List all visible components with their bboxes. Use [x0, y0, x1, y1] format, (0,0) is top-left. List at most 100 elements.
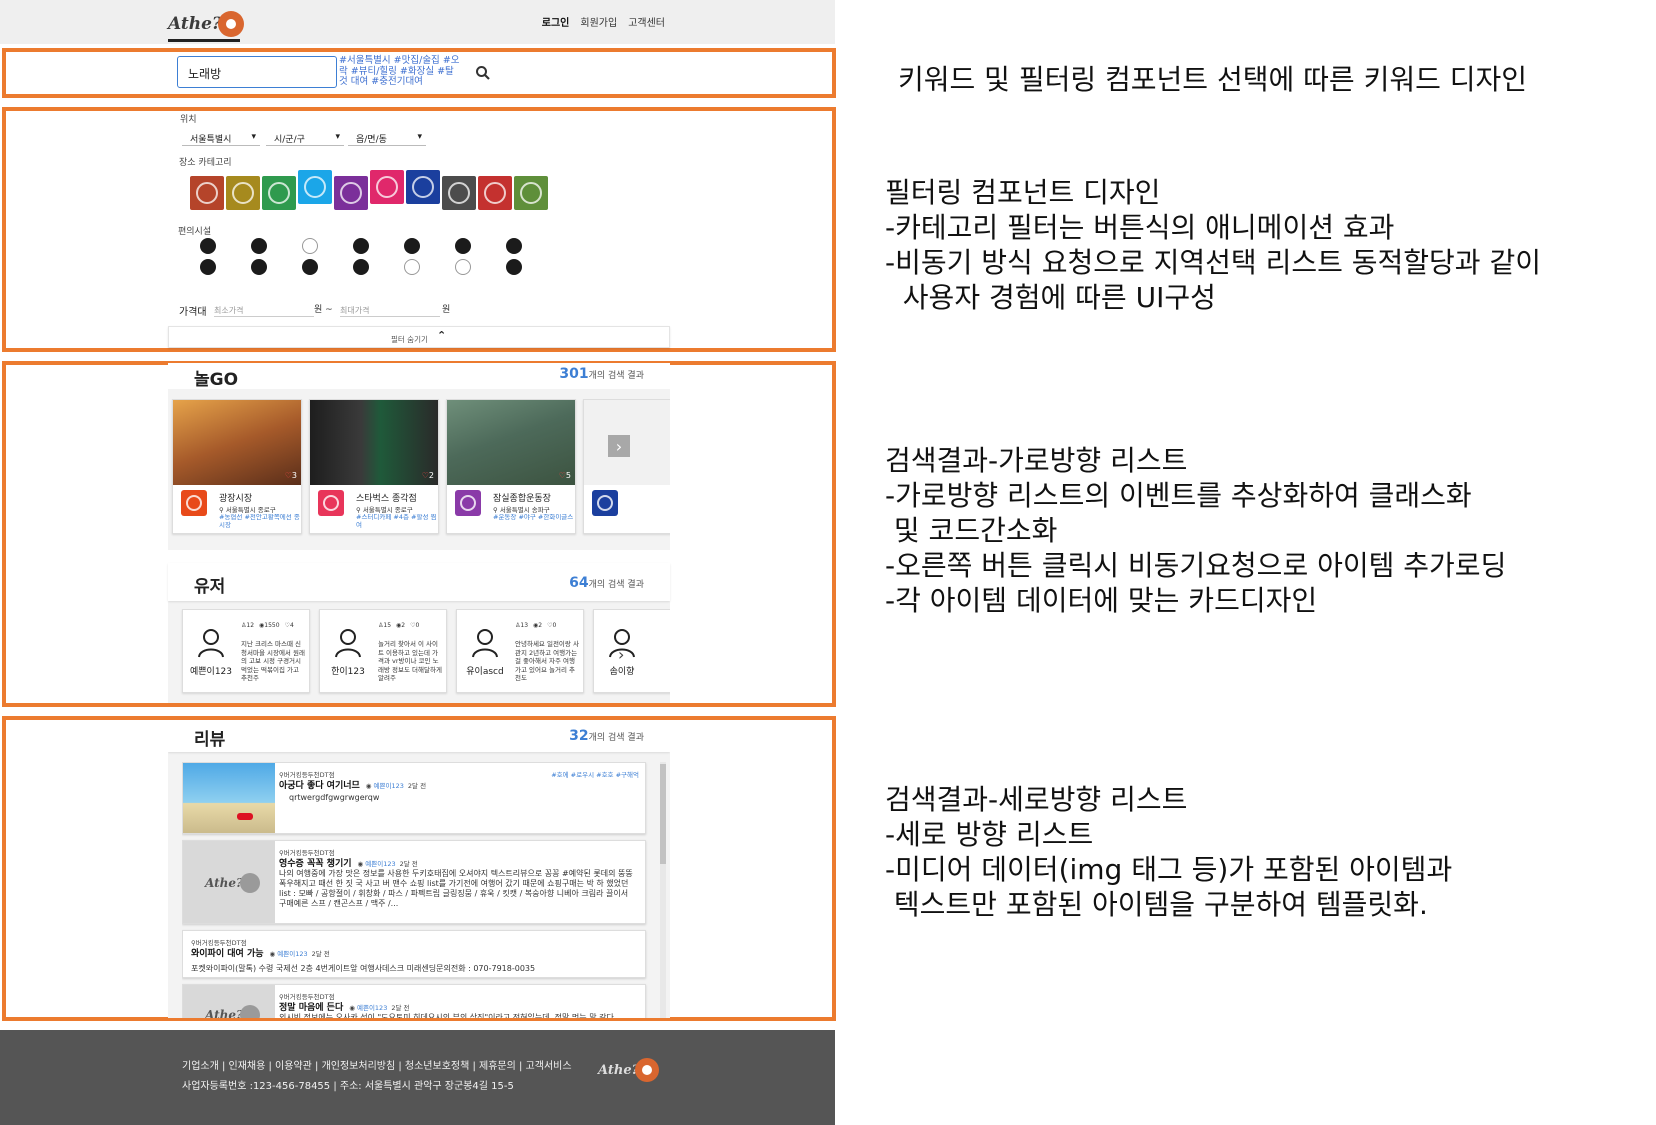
place-likes: ♡3	[285, 471, 297, 480]
amenity-icon[interactable]	[302, 259, 318, 275]
dropdown-arrow-icon: ▾	[251, 132, 256, 142]
category-button[interactable]	[442, 176, 476, 210]
review-time: 2달 전	[391, 1003, 410, 1012]
place-address: ⚲ 서울특별시 송파구	[493, 504, 579, 514]
amenity-icon[interactable]	[353, 238, 369, 254]
category-icon	[448, 182, 470, 204]
amenity-icon[interactable]	[506, 238, 522, 254]
amenity-icon[interactable]	[302, 238, 318, 254]
category-button[interactable]	[406, 170, 440, 204]
logo-ring-icon	[217, 11, 244, 37]
place-likes-count: 2	[428, 471, 434, 480]
category-buttons	[190, 170, 570, 216]
amenity-icon[interactable]	[455, 259, 471, 275]
user-stats: ♙12 ◉1550 ♡4	[241, 622, 294, 629]
user-card[interactable]: 예쁜이123 ♙12 ◉1550 ♡4 지난 크리스 마스때 신청서마을 시장에서 원래…	[182, 609, 310, 693]
scrollbar-thumb[interactable]	[660, 764, 666, 864]
review-card[interactable]: ⚲버거킹등두천DT점 와이파이 대여 가능 ◉ 예쁜이123 2달 전 포켓와이파이(말…	[182, 930, 646, 978]
place-card[interactable]	[583, 399, 670, 534]
review-card[interactable]: Athe? ⚲버거킹등두천DT점 영수증 꼭꼭 챙기기 ◉ 예쁜이123 2달 전 나의 …	[182, 840, 646, 924]
review-time: 2달 전	[399, 859, 418, 868]
user-stat: ♙13	[515, 622, 528, 629]
place-category-thumb	[181, 490, 207, 516]
category-icon	[323, 495, 339, 511]
category-button[interactable]	[514, 176, 548, 210]
category-icon	[597, 495, 613, 511]
town-select-value: 읍/면/동	[356, 135, 387, 145]
place-tags: #스터디카페 #4층 #할성 찜여	[356, 514, 437, 529]
town-select[interactable]: 읍/면/동 ▾	[348, 129, 426, 146]
support-link[interactable]: 고객센터	[628, 14, 665, 29]
city-select[interactable]: 서울특별시 ▾	[182, 129, 260, 146]
reviews-list: ⚲버거킹등두천DT점 아궁다 좋다 여기너므 ◉ 예쁜이123 2달 전 qrtwerg…	[182, 762, 652, 1018]
users-count-suffix: 개의 검색 결과	[588, 580, 644, 590]
category-button[interactable]	[478, 176, 512, 210]
top-nav: 로그인 회원가입 고객센터	[542, 14, 665, 29]
amenity-icon[interactable]	[404, 259, 420, 275]
user-name: 유이ascd	[466, 667, 504, 677]
search-icon[interactable]	[474, 64, 492, 82]
amenity-icon[interactable]	[506, 259, 522, 275]
review-card[interactable]: ⚲버거킹등두천DT점 아궁다 좋다 여기너므 ◉ 예쁜이123 2달 전 qrtwerg…	[182, 762, 646, 834]
review-text: qrtwergdfgwgrwgerqw	[289, 793, 380, 802]
user-card[interactable]: 유이ascd ♙13 ◉2 ♡0 안녕하세요 일전이랑 사 관지 2년하고 여행가는 걸…	[456, 609, 584, 693]
user-stats: ♙13 ◉2 ♡0	[515, 622, 556, 629]
reviews-count: 32개의 검색 결과	[569, 728, 644, 744]
next-arrow-button[interactable]: ›	[618, 645, 632, 664]
next-arrow-button[interactable]: ›	[608, 435, 630, 457]
category-button[interactable]	[226, 176, 260, 210]
district-select[interactable]: 시/군/구 ▾	[266, 129, 344, 146]
place-tags: #운동장 #야구 #한화이글스	[493, 514, 574, 521]
site-logo[interactable]: Athe?	[168, 9, 244, 42]
amenity-icon[interactable]	[404, 238, 420, 254]
place-card[interactable]: 스타벅스 종각점 ⚲ 서울특별시 종로구 #스터디카페 #4층 #할성 찜여 ♡2	[309, 399, 439, 534]
category-button[interactable]	[298, 170, 332, 204]
search-input[interactable]: 노래방	[177, 56, 337, 88]
review-card[interactable]: Athe? ⚲버거킹등두천DT점 정말 마음에 든다 ◉ 예쁜이123 2달 전 외시빈 …	[182, 984, 646, 1018]
amenity-icon[interactable]	[200, 259, 216, 275]
place-card[interactable]: 광장시장 ⚲ 서울특별시 종로구 #농협선 #전안고황쪽에선 종시장 ♡3	[172, 399, 302, 534]
search-hashtags[interactable]: #서울특별시 #맛집/술집 #오락 #뷰티/힐링 #화장실 #탈것 대여 #충전…	[339, 55, 461, 88]
place-name: 광장시장	[219, 494, 253, 504]
users-title: 유저	[194, 577, 226, 597]
category-button[interactable]	[370, 170, 404, 204]
footer-links[interactable]: 기업소개 | 인재채용 | 이용약관 | 개인정보처리방침 | 청소년보호정책 …	[182, 1057, 572, 1072]
price-label: 가격대	[179, 307, 207, 318]
user-stat: ◉1550	[259, 622, 280, 629]
login-link[interactable]: 로그인	[542, 14, 570, 29]
user-stat: ♡0	[410, 622, 419, 629]
user-stat: ♙15	[378, 622, 391, 629]
review-time: 2달 전	[407, 781, 427, 790]
review-title: 영수증 꼭꼭 챙기기	[279, 859, 352, 869]
amenity-icons	[200, 238, 560, 288]
footer-info: 사업자등록번호 :123-456-78455 | 주소: 서울특별시 관악구 장…	[182, 1081, 514, 1092]
user-avatar-icon	[197, 628, 225, 658]
price-max-input[interactable]: 최대가격	[340, 301, 440, 317]
user-stat-value: 13	[520, 622, 529, 629]
review-meta: ◉ 예쁜이123 2달 전	[366, 780, 426, 790]
category-button[interactable]	[190, 176, 224, 210]
users-count: 64개의 검색 결과	[569, 575, 644, 591]
amenity-icon[interactable]	[455, 238, 471, 254]
category-button[interactable]	[262, 176, 296, 210]
user-description: 지난 크리스 마스때 신청서마을 시장에서 원래의 고보 시정 구경거시 먹었는…	[241, 640, 305, 682]
place-card[interactable]: 잠실종합운동장 ⚲ 서울특별시 송파구 #운동장 #야구 #한화이글스 ♡5	[446, 399, 576, 534]
filter-toggle-button[interactable]: 필터 숨기기 ⌃	[168, 326, 670, 348]
price-min-input[interactable]: 최소가격	[214, 301, 314, 317]
user-card[interactable]: 한이123 ♙15 ◉2 ♡0 놀거리 찾아서 이 사이트 이용하고 있는데 가격과 v…	[319, 609, 447, 693]
amenity-icon[interactable]	[251, 238, 267, 254]
amenity-icon[interactable]	[251, 259, 267, 275]
amenity-icon[interactable]	[200, 238, 216, 254]
user-name: 한이123	[331, 667, 365, 677]
amenity-icon[interactable]	[353, 259, 369, 275]
category-button[interactable]	[334, 176, 368, 210]
user-stat-value: 0	[552, 622, 557, 629]
user-stat: ♡0	[547, 622, 556, 629]
placeholder-logo: Athe?	[205, 873, 261, 893]
footer-logo: Athe?	[598, 1058, 660, 1082]
place-image	[173, 400, 301, 485]
signup-link[interactable]: 회원가입	[580, 14, 617, 29]
review-text: 포켓와이파이(말톡) 수령 국제선 2층 4번게이트앞 여행사데스크 미래센딩문…	[191, 964, 536, 973]
annotation-horizontal-list: 검색결과-가로방향 리스트 -가로방향 리스트의 이벤트를 추상화하여 클래스화…	[885, 444, 1507, 617]
reviews-scrollbar[interactable]	[660, 762, 666, 1018]
